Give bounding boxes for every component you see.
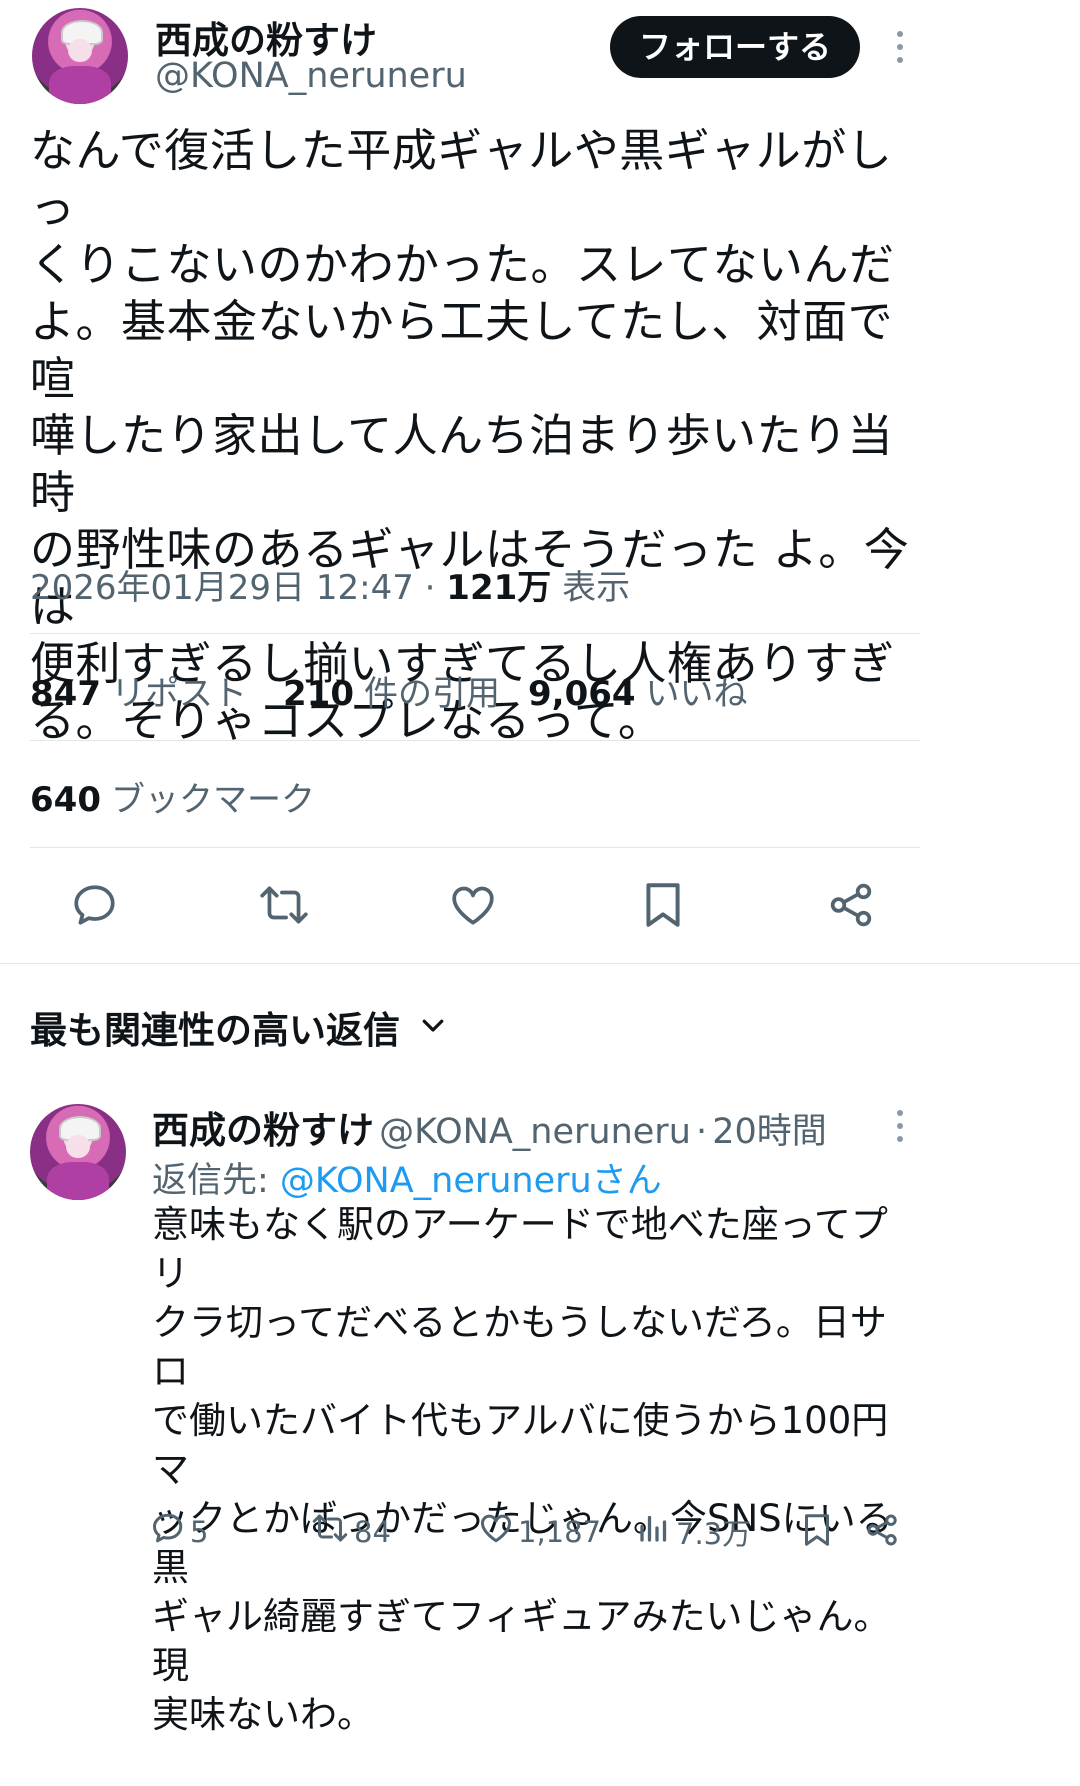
reply-header: 西成の粉すけ @KONA_neruneru · 20時間	[152, 1100, 827, 1154]
quotes-stat[interactable]: 210 件の引用	[283, 666, 500, 715]
meta-separator: ·	[424, 568, 447, 608]
author-handle[interactable]: @KONA_neruneru	[155, 56, 467, 96]
divider	[30, 633, 920, 634]
reply-bookmark-icon[interactable]	[800, 1512, 834, 1548]
reply-author-avatar[interactable]	[30, 1104, 126, 1200]
replies-sort-dropdown[interactable]: 最も関連性の高い返信	[30, 1000, 448, 1054]
views-count: 121万	[446, 568, 552, 608]
quotes-label: 件の引用	[363, 674, 500, 714]
comment-icon[interactable]	[70, 880, 120, 930]
reply-to-mention[interactable]: @KONA_neruneruさん	[280, 1161, 662, 1201]
heart-icon[interactable]	[448, 880, 498, 930]
divider	[30, 740, 920, 741]
repost-icon	[310, 1510, 354, 1553]
bookmarks-stat[interactable]: 640 ブックマーク	[30, 772, 315, 821]
author-avatar[interactable]	[32, 8, 128, 104]
reply-like-button[interactable]: 1,187	[478, 1510, 601, 1553]
post-meta: 2026年01月29日 12:47 · 121万 表示	[30, 560, 630, 609]
reply-to-prefix: 返信先:	[152, 1161, 280, 1201]
bookmarks-label: ブックマーク	[110, 780, 315, 820]
likes-label: いいね	[645, 674, 748, 714]
reply-more-options-icon[interactable]	[890, 1110, 910, 1150]
chevron-down-icon	[418, 1006, 448, 1049]
reply-time[interactable]: 20時間	[712, 1112, 827, 1152]
reposts-label: リポスト	[110, 674, 247, 714]
reply-author-handle[interactable]: @KONA_neruneru	[379, 1112, 691, 1152]
heart-icon	[478, 1510, 518, 1553]
section-divider	[0, 963, 1080, 964]
reply-views-button[interactable]: 7.3万	[636, 1510, 751, 1553]
likes-count: 9,064	[528, 674, 636, 714]
reply-reposts-count: 84	[354, 1514, 391, 1549]
reposts-stat[interactable]: 847 リポスト	[30, 666, 247, 715]
quotes-count: 210	[283, 674, 354, 714]
reply-share-icon[interactable]	[864, 1512, 900, 1548]
views-label: 表示	[562, 568, 631, 608]
reply-comment-button[interactable]: 5	[150, 1510, 208, 1553]
reply-to-line: 返信先: @KONA_neruneruさん	[152, 1152, 662, 1203]
replies-sort-label: 最も関連性の高い返信	[30, 1009, 400, 1052]
bookmarks-count: 640	[30, 780, 101, 820]
reply-text: 意味もなく駅のアーケードで地べた座ってプリ クラ切ってだべるとかもうしないだろ。…	[152, 1203, 893, 1736]
reply-separator: ·	[695, 1112, 708, 1152]
likes-stat[interactable]: 9,064 いいね	[528, 666, 748, 715]
reply-likes-count: 1,187	[518, 1514, 602, 1549]
reposts-count: 847	[30, 674, 101, 714]
divider	[30, 847, 920, 848]
views-icon	[636, 1510, 676, 1553]
follow-button[interactable]: フォローする	[610, 16, 860, 78]
repost-icon[interactable]	[257, 880, 311, 930]
post-text: なんで復活した平成ギャルや黒ギャルがしっ くりこないのかわかった。スレてないんだ…	[30, 124, 910, 747]
reply-author-name[interactable]: 西成の粉すけ	[152, 1109, 374, 1152]
comment-icon	[150, 1510, 190, 1553]
post-timestamp[interactable]: 2026年01月29日 12:47	[30, 568, 414, 608]
more-options-icon[interactable]	[890, 31, 910, 71]
reply-views-count: 7.3万	[676, 1516, 752, 1551]
bookmark-icon[interactable]	[640, 880, 686, 930]
reply-replies-count: 5	[190, 1514, 209, 1549]
reply-repost-button[interactable]: 84	[310, 1510, 391, 1553]
share-icon[interactable]	[826, 880, 876, 930]
